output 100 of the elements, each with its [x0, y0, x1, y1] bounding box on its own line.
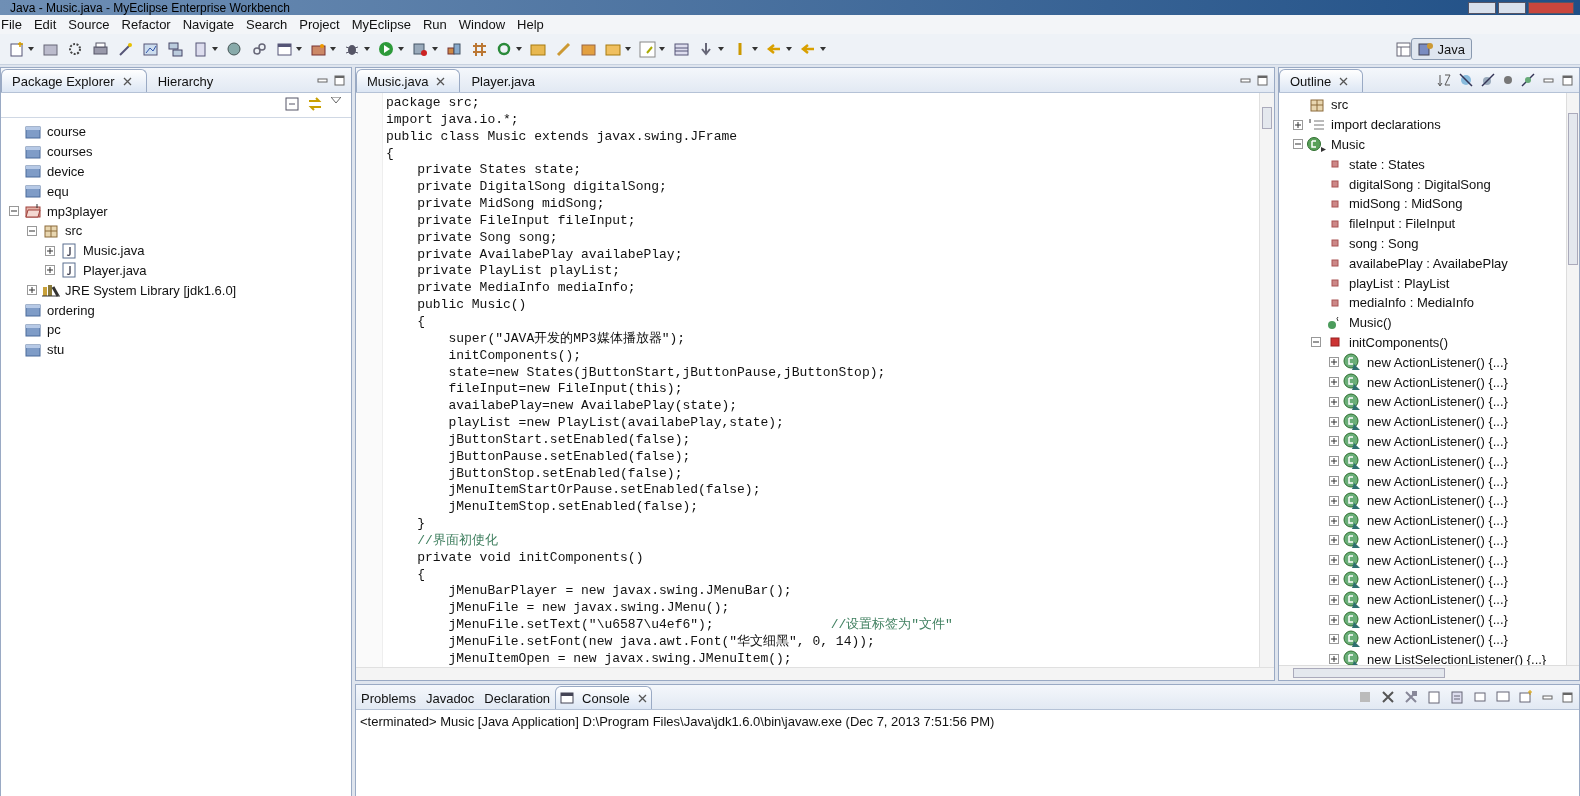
caret-icon[interactable] — [212, 47, 218, 51]
tree-item[interactable]: src — [63, 223, 85, 239]
tree-item[interactable]: new ActionListener() {...} — [1365, 453, 1510, 469]
hide-nonpublic-icon[interactable] — [1521, 73, 1535, 87]
minimize-icon[interactable] — [1240, 75, 1251, 85]
expand-icon[interactable] — [1329, 614, 1339, 625]
minimize-icon[interactable] — [1542, 692, 1553, 702]
tree-item[interactable]: state : States — [1347, 156, 1427, 172]
tree-item[interactable]: new ActionListener() {...} — [1365, 394, 1510, 410]
minimize-icon[interactable] — [1543, 75, 1554, 85]
view-tab[interactable]: Music.java — [356, 69, 461, 92]
window-icon[interactable] — [276, 40, 293, 58]
caret-icon[interactable] — [625, 47, 631, 51]
menu-item[interactable]: Edit — [32, 17, 64, 32]
menu-item[interactable]: Help — [516, 17, 551, 32]
tree-item[interactable]: import declarations — [1329, 117, 1443, 133]
caret-icon[interactable] — [432, 47, 438, 51]
hide-static-icon[interactable] — [1481, 73, 1495, 87]
tree-item[interactable]: mediaInfo : MediaInfo — [1347, 295, 1477, 311]
printer-icon[interactable] — [92, 40, 109, 58]
maximize-icon[interactable] — [1562, 691, 1573, 703]
expand-icon[interactable] — [1329, 436, 1339, 447]
expand-icon[interactable] — [1329, 594, 1339, 605]
view-tab[interactable]: Outline — [1279, 69, 1364, 92]
tree-item[interactable]: JRE System Library [jdk1.6.0] — [63, 282, 239, 298]
globe-icon[interactable] — [226, 40, 243, 58]
menu-item[interactable]: MyEclipse — [350, 17, 418, 32]
maximize-button[interactable] — [1498, 1, 1526, 14]
scrollbar-thumb[interactable] — [1262, 107, 1272, 129]
scrollbar-thumb[interactable] — [1293, 668, 1445, 678]
tree-item[interactable]: src — [1329, 97, 1351, 113]
caret-icon[interactable] — [330, 47, 336, 51]
menu-item[interactable]: Source — [67, 17, 117, 32]
menu-item[interactable]: Navigate — [181, 17, 241, 32]
close-icon[interactable] — [637, 693, 647, 703]
table-icon[interactable] — [673, 40, 690, 58]
toggle-icon[interactable] — [639, 40, 656, 58]
stop-run-icon[interactable] — [412, 40, 429, 58]
tree-item[interactable]: equ — [45, 183, 71, 199]
collapse-icon[interactable] — [1311, 337, 1321, 348]
tree-item[interactable]: new ActionListener() {...} — [1365, 532, 1510, 548]
minimize-button[interactable] — [1468, 1, 1496, 14]
menu-item[interactable]: Refactor — [120, 17, 178, 32]
collapse-icon[interactable] — [1293, 139, 1303, 150]
caret-icon[interactable] — [364, 47, 370, 51]
grid-icon[interactable] — [471, 40, 488, 58]
tree-item[interactable]: new ActionListener() {...} — [1365, 552, 1510, 568]
view-menu-icon[interactable] — [331, 97, 341, 103]
view-tab[interactable]: Problems — [356, 686, 421, 709]
expand-icon[interactable] — [1329, 377, 1339, 388]
view-tab[interactable]: Console — [555, 686, 652, 709]
view-tab[interactable]: Declaration — [479, 686, 556, 709]
tree-item[interactable]: new ActionListener() {...} — [1365, 473, 1510, 489]
tree-item[interactable]: pc — [45, 322, 63, 338]
play-icon[interactable] — [378, 40, 395, 58]
expand-icon[interactable] — [1329, 654, 1339, 665]
boxes-icon[interactable] — [446, 40, 463, 58]
close-icon[interactable] — [122, 76, 132, 86]
wand-icon[interactable] — [117, 40, 134, 58]
tree-item[interactable]: Player.java — [81, 262, 149, 278]
expand-icon[interactable] — [27, 285, 37, 296]
tree-item[interactable]: ordering — [45, 302, 97, 318]
scrollbar-track[interactable] — [356, 667, 1274, 680]
menu-item[interactable]: Window — [457, 17, 513, 32]
caret-icon[interactable] — [28, 47, 34, 51]
expand-icon[interactable] — [1329, 535, 1339, 546]
refresh-icon[interactable] — [496, 40, 513, 58]
expand-icon[interactable] — [1329, 634, 1339, 645]
menu-item[interactable]: Project — [298, 17, 347, 32]
tree-item[interactable]: playList : PlayList — [1347, 275, 1452, 291]
caret-icon[interactable] — [398, 47, 404, 51]
minimize-icon[interactable] — [317, 75, 328, 85]
perspective-icon[interactable] — [1395, 41, 1411, 57]
collapse-icon[interactable] — [27, 225, 37, 236]
tree-item[interactable]: device — [45, 164, 87, 179]
collapse-icon[interactable] — [9, 206, 19, 217]
tree-item[interactable]: new ActionListener() {...} — [1365, 631, 1510, 647]
chart-icon[interactable] — [142, 40, 159, 58]
scrollbar-thumb[interactable] — [1568, 113, 1578, 265]
caret-icon[interactable] — [296, 47, 302, 51]
tree-item[interactable]: stu — [45, 342, 67, 358]
tree-item[interactable]: Music — [1329, 137, 1367, 152]
tree-item[interactable]: courses — [45, 144, 95, 160]
view-tab[interactable]: Player.java — [460, 69, 550, 92]
maximize-icon[interactable] — [1562, 74, 1573, 86]
expand-icon[interactable] — [1329, 575, 1339, 585]
caret-icon[interactable] — [659, 47, 665, 51]
caret-icon[interactable] — [786, 47, 792, 51]
expand-icon[interactable] — [1329, 357, 1339, 368]
remove-all-icon[interactable] — [1404, 690, 1418, 704]
tree-item[interactable]: song : Song — [1347, 235, 1421, 251]
expand-icon[interactable] — [1329, 416, 1339, 427]
caret-icon[interactable] — [516, 47, 522, 51]
expand-icon[interactable] — [1329, 476, 1339, 487]
tree-item[interactable]: new ActionListener() {...} — [1365, 592, 1510, 608]
view-tab[interactable]: Package Explorer — [1, 69, 147, 92]
expand-icon[interactable] — [1329, 396, 1339, 407]
tree-item[interactable]: availabePlay : AvailabePlay — [1347, 255, 1510, 271]
expand-icon[interactable] — [1329, 515, 1339, 526]
close-icon[interactable] — [1339, 76, 1349, 86]
